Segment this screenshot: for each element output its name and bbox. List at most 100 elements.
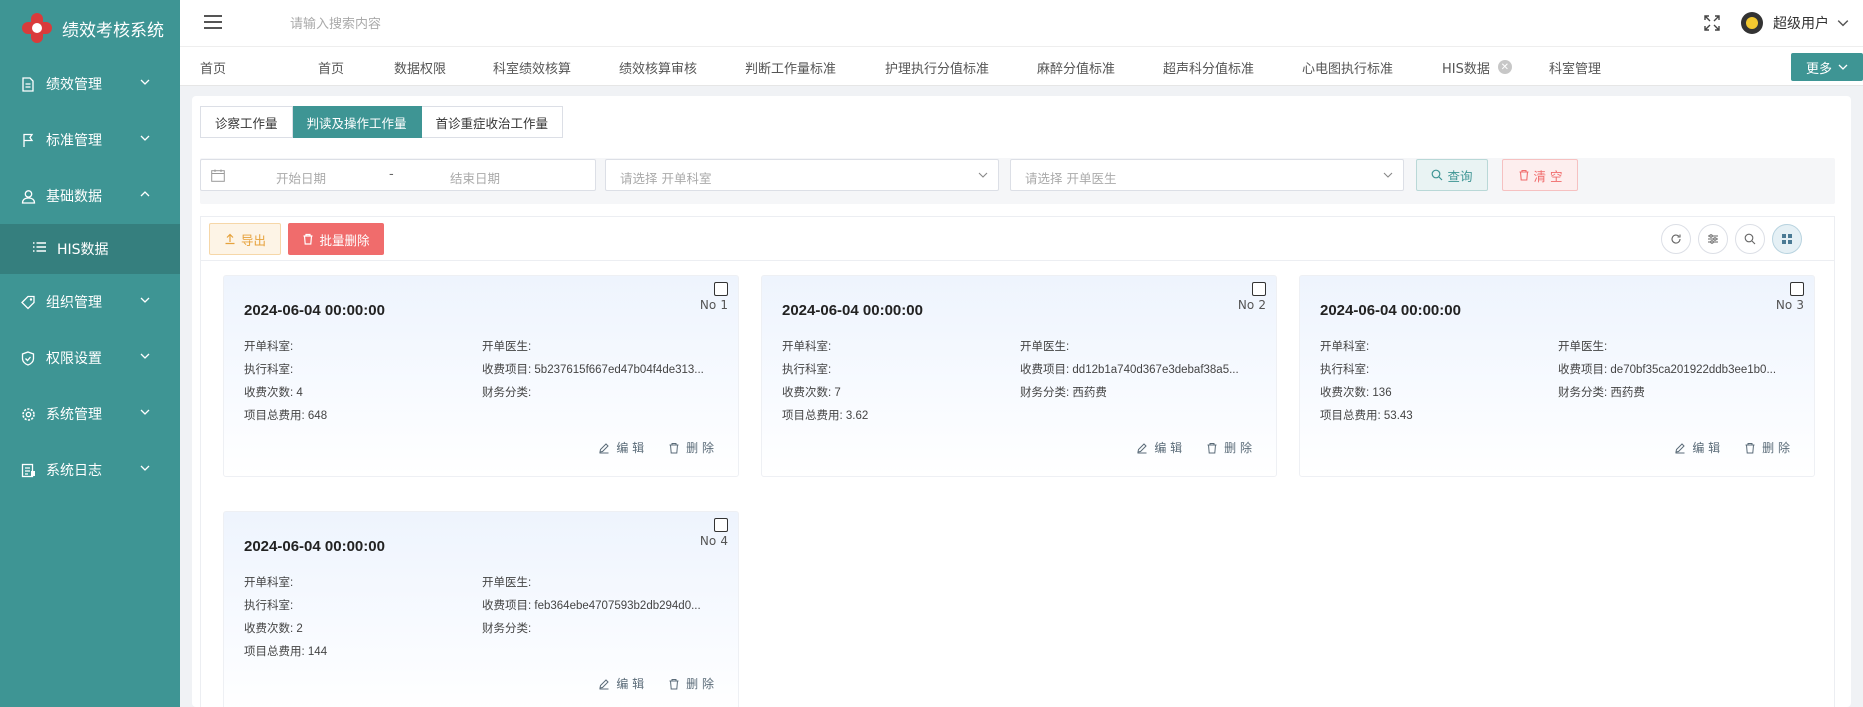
tab-home-2[interactable]: 首页: [318, 47, 394, 87]
delete-button[interactable]: 删 除: [668, 439, 714, 456]
grid-icon: [1782, 234, 1792, 244]
more-tabs-button[interactable]: 更多: [1791, 53, 1863, 81]
document-icon: [20, 76, 36, 92]
dept-select[interactable]: 请选择 开单科室: [605, 159, 999, 191]
field-label: 开单科室:: [244, 577, 294, 589]
sidebar-item-organization[interactable]: 组织管理: [0, 274, 180, 330]
select-checkbox[interactable]: [714, 282, 728, 296]
delete-button[interactable]: 删 除: [1206, 439, 1252, 456]
field-label: 收费项目:: [1558, 364, 1608, 376]
record-card[interactable]: No 1 2024-06-04 00:00:00 开单科室: 开单医生: 执行科室: 收费…: [223, 275, 739, 477]
record-number: No 4: [700, 534, 728, 548]
sidebar-item-label: 系统日志: [46, 463, 102, 479]
field-label: 财务分类:: [1558, 387, 1608, 399]
doctor-select[interactable]: 请选择 开单医生: [1010, 159, 1404, 191]
field-label: 财务分类:: [1020, 387, 1070, 399]
export-button[interactable]: 导出: [209, 223, 281, 255]
subtab-first-critical[interactable]: 首诊重症收治工作量: [421, 106, 564, 138]
no-value: 4: [720, 534, 728, 548]
menu-toggle-icon[interactable]: [204, 15, 222, 29]
filter-settings-button[interactable]: [1698, 224, 1728, 254]
tab-nursing-standard[interactable]: 护理执行分值标准: [885, 47, 1037, 87]
grid-view-button[interactable]: [1772, 224, 1802, 254]
tab-ecg-standard[interactable]: 心电图执行标准: [1302, 47, 1442, 87]
exec-dept-row: 执行科室:: [244, 361, 464, 377]
list-icon: [32, 241, 47, 257]
delete-button[interactable]: 删 除: [1744, 439, 1790, 456]
trash-icon: [1207, 442, 1217, 453]
edit-button[interactable]: 编 辑: [1674, 439, 1720, 456]
record-number: No 1: [700, 298, 728, 312]
sidebar-item-system[interactable]: 系统管理: [0, 386, 180, 442]
clear-label: 清 空: [1533, 168, 1563, 184]
delete-label: 删 除: [686, 441, 714, 455]
search-input[interactable]: [290, 10, 550, 36]
sidebar-item-standards[interactable]: 标准管理: [0, 112, 180, 168]
no-value: 1: [720, 298, 728, 312]
tab-accounting-review[interactable]: 绩效核算审核: [619, 47, 745, 87]
edit-button[interactable]: 编 辑: [598, 675, 644, 692]
chevron-up-icon: [140, 191, 150, 197]
app-title: 绩效考核系统: [62, 20, 164, 41]
tab-home-1[interactable]: 首页: [200, 47, 318, 87]
doctor-select-placeholder: 请选择 开单医生: [1025, 171, 1117, 186]
record-card[interactable]: No 4 2024-06-04 00:00:00 开单科室: 开单医生: 执行科室: 收费…: [223, 511, 739, 707]
record-date: 2024-06-04 00:00:00: [244, 302, 385, 319]
sidebar-item-performance[interactable]: 绩效管理: [0, 56, 180, 112]
subtab-reading-operation[interactable]: 判读及操作工作量: [292, 106, 422, 138]
tab-dept-accounting[interactable]: 科室绩效核算: [493, 47, 619, 87]
select-checkbox[interactable]: [1790, 282, 1804, 296]
close-icon[interactable]: ✕: [1497, 60, 1512, 74]
clear-button[interactable]: 清 空: [1502, 159, 1578, 191]
avatar[interactable]: [1741, 12, 1763, 34]
search-icon: [1432, 169, 1443, 181]
export-label: 导出: [240, 232, 266, 248]
field-value: 53.43: [1383, 410, 1413, 422]
sidebar-item-permissions[interactable]: 权限设置: [0, 330, 180, 386]
fullscreen-icon[interactable]: [1703, 14, 1721, 32]
tab-dept-management[interactable]: 科室管理: [1549, 47, 1629, 87]
date-range-picker[interactable]: 开始日期 - 结束日期: [200, 159, 596, 191]
tab-workload-standard[interactable]: 判断工作量标准: [745, 47, 885, 87]
field-label: 开单医生:: [482, 341, 532, 353]
batch-delete-label: 批量删除: [319, 232, 370, 248]
record-number: No 3: [1776, 298, 1804, 312]
query-button[interactable]: 查询: [1416, 159, 1488, 191]
tab-ultrasound-standard[interactable]: 超声科分值标准: [1163, 47, 1302, 87]
trash-icon: [669, 678, 679, 689]
chevron-down-icon: [140, 297, 150, 303]
sidebar-item-base-data[interactable]: 基础数据: [0, 168, 180, 224]
sidebar-item-label: HIS数据: [57, 242, 109, 258]
record-date: 2024-06-04 00:00:00: [1320, 302, 1461, 319]
card-actions: 编 辑删 除: [574, 675, 714, 692]
record-card[interactable]: No 2 2024-06-04 00:00:00 开单科室: 开单医生: 执行科室: 收费…: [761, 275, 1277, 477]
search-toggle-button[interactable]: [1735, 224, 1765, 254]
end-date-input[interactable]: 结束日期: [450, 168, 500, 187]
select-checkbox[interactable]: [1252, 282, 1266, 296]
no-label: No: [699, 298, 717, 312]
subtab-consultation[interactable]: 诊察工作量: [200, 106, 293, 138]
start-date-input[interactable]: 开始日期: [276, 168, 326, 187]
query-label: 查询: [1447, 168, 1473, 184]
field-label: 执行科室:: [1320, 364, 1370, 376]
order-doctor-row: 开单医生:: [1020, 338, 1258, 354]
refresh-button[interactable]: [1661, 224, 1691, 254]
edit-button[interactable]: 编 辑: [1136, 439, 1182, 456]
sidebar-item-logs[interactable]: 系统日志: [0, 442, 180, 498]
tab-data-permissions[interactable]: 数据权限: [394, 47, 493, 87]
username[interactable]: 超级用户: [1773, 13, 1829, 33]
edit-button[interactable]: 编 辑: [598, 439, 644, 456]
delete-button[interactable]: 删 除: [668, 675, 714, 692]
more-label: 更多: [1805, 61, 1832, 77]
chevron-down-icon[interactable]: [1837, 17, 1849, 29]
field-value: 3.62: [845, 410, 869, 422]
trash-icon: [303, 233, 313, 245]
tab-his-data[interactable]: HIS数据 ✕: [1442, 47, 1549, 87]
app-logo[interactable]: 绩效考核系统: [0, 0, 180, 56]
sidebar-item-his-data[interactable]: HIS数据: [0, 224, 180, 274]
select-checkbox[interactable]: [714, 518, 728, 532]
record-card[interactable]: No 3 2024-06-04 00:00:00 开单科室: 开单医生: 执行科室: 收费…: [1299, 275, 1815, 477]
sidebar-item-label: 组织管理: [46, 295, 102, 311]
tab-anesthesia-standard[interactable]: 麻醉分值标准: [1037, 47, 1163, 87]
batch-delete-button[interactable]: 批量删除: [288, 223, 384, 255]
